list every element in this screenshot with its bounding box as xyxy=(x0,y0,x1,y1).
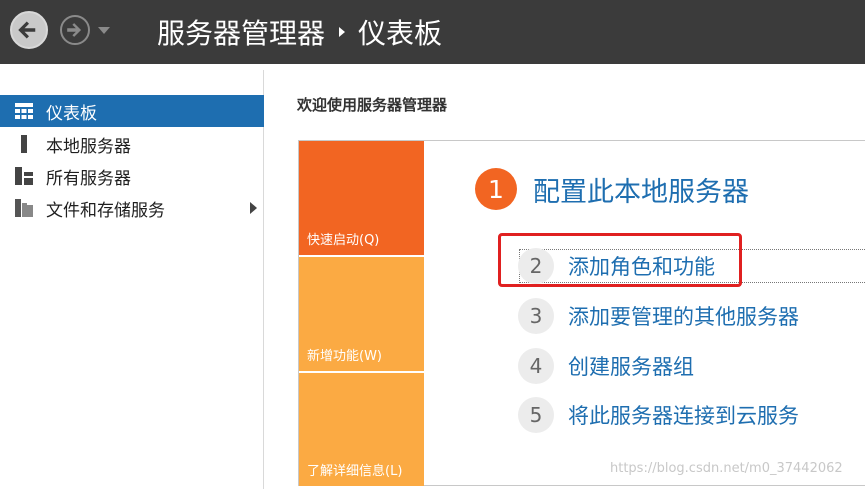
breadcrumb: 服务器管理器 仪表板 xyxy=(157,13,442,51)
chevron-right-icon[interactable] xyxy=(250,202,257,214)
storage-icon xyxy=(14,199,34,217)
tile-quick-start[interactable]: 快速启动(Q) xyxy=(299,141,424,255)
configure-local-server-link[interactable]: 配置此本地服务器 xyxy=(533,170,749,209)
sidebar-item-label: 所有服务器 xyxy=(46,168,131,189)
chevron-down-icon[interactable] xyxy=(98,27,110,34)
tile-label: 快速启动(Q) xyxy=(307,233,380,248)
servers-icon xyxy=(14,167,34,185)
breadcrumb-root[interactable]: 服务器管理器 xyxy=(157,12,325,52)
page-title: 欢迎使用服务器管理器 xyxy=(297,96,448,114)
tile-whats-new[interactable]: 新增功能(W) xyxy=(299,257,424,371)
connect-cloud-link[interactable]: 将此服务器连接到云服务 xyxy=(568,400,799,430)
dashboard-icon xyxy=(14,102,34,120)
step-number-badge: 5 xyxy=(518,397,554,433)
sidebar-item-label: 仪表板 xyxy=(46,103,97,124)
sidebar: 仪表板 本地服务器 所有服务器 文件和存储服务 xyxy=(0,70,264,489)
back-arrow-icon xyxy=(18,21,36,39)
sidebar-item-label: 文件和存储服务 xyxy=(46,200,165,221)
tile-label: 新增功能(W) xyxy=(307,349,382,364)
create-server-group-link[interactable]: 创建服务器组 xyxy=(568,351,694,381)
step-number-badge: 1 xyxy=(475,168,517,210)
tile-label: 了解详细信息(L) xyxy=(307,464,403,479)
annotation-highlight-box xyxy=(498,233,742,287)
title-bar: 服务器管理器 仪表板 xyxy=(0,0,865,64)
forward-button[interactable] xyxy=(60,15,90,45)
forward-arrow-icon xyxy=(67,23,82,37)
sidebar-item-local-server[interactable]: 本地服务器 xyxy=(0,128,264,160)
sidebar-item-dashboard[interactable]: 仪表板 xyxy=(0,95,264,127)
step-create-server-group[interactable]: 4 创建服务器组 xyxy=(518,347,694,385)
watermark-text: https://blog.csdn.net/m0_37442062 xyxy=(610,461,843,476)
breadcrumb-separator-icon xyxy=(339,27,346,37)
step-connect-cloud[interactable]: 5 将此服务器连接到云服务 xyxy=(518,396,799,434)
step-number-badge: 4 xyxy=(518,348,554,384)
sidebar-item-all-servers[interactable]: 所有服务器 xyxy=(0,160,264,192)
tile-learn-more[interactable]: 了解详细信息(L) xyxy=(299,373,424,486)
step-number-badge: 3 xyxy=(518,298,554,334)
step-add-servers[interactable]: 3 添加要管理的其他服务器 xyxy=(518,297,799,335)
breadcrumb-current: 仪表板 xyxy=(358,17,443,50)
sidebar-item-file-storage[interactable]: 文件和存储服务 xyxy=(0,192,264,224)
add-servers-link[interactable]: 添加要管理的其他服务器 xyxy=(568,301,799,331)
server-icon xyxy=(14,135,34,153)
back-button[interactable] xyxy=(10,11,48,49)
sidebar-item-label: 本地服务器 xyxy=(46,136,131,157)
